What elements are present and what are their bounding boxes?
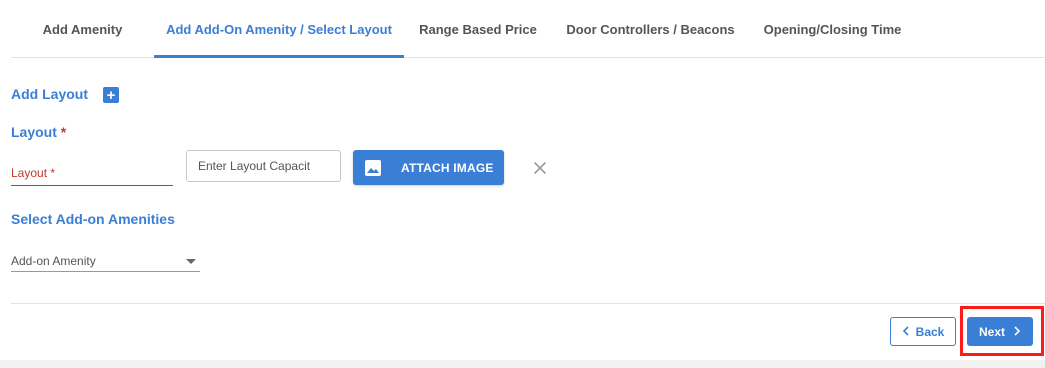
- addon-amenity-label: Add-on Amenity: [11, 254, 96, 268]
- chevron-right-icon: [1013, 325, 1021, 339]
- dropdown-caret-icon: [186, 259, 196, 264]
- add-layout-title: Add Layout: [11, 86, 88, 102]
- tab-door-controllers-beacons[interactable]: Door Controllers / Beacons: [564, 0, 737, 58]
- close-icon[interactable]: [531, 159, 549, 177]
- select-addon-amenities-title: Select Add-on Amenities: [11, 211, 175, 227]
- add-layout-button[interactable]: +: [103, 87, 119, 103]
- image-icon: [353, 150, 393, 185]
- tab-range-based-price[interactable]: Range Based Price: [415, 0, 541, 58]
- layout-capacity-input[interactable]: [186, 150, 341, 182]
- bottom-strip: [0, 360, 1045, 368]
- attach-image-label: ATTACH IMAGE: [401, 160, 494, 175]
- chevron-left-icon: [902, 325, 910, 339]
- tab-add-amenity[interactable]: Add Amenity: [11, 0, 154, 58]
- layout-field[interactable]: Layout *: [11, 158, 173, 186]
- plus-icon: +: [106, 86, 116, 104]
- attach-image-button[interactable]: ATTACH IMAGE: [353, 150, 504, 185]
- tab-bar: Add Amenity Add Add-On Amenity / Select …: [11, 0, 1045, 58]
- layout-section-title: Layout *: [11, 124, 66, 140]
- back-label: Back: [915, 324, 945, 339]
- divider: [11, 303, 1045, 304]
- addon-amenity-select[interactable]: Add-on Amenity: [11, 248, 200, 272]
- tab-opening-closing-time[interactable]: Opening/Closing Time: [761, 0, 904, 58]
- tab-add-addon-amenity-select-layout[interactable]: Add Add-On Amenity / Select Layout: [154, 0, 404, 58]
- back-button[interactable]: Back: [890, 317, 956, 346]
- next-button[interactable]: Next: [967, 317, 1033, 346]
- layout-section-label: Layout: [11, 124, 57, 140]
- layout-field-label: Layout *: [11, 166, 56, 180]
- required-mark: *: [60, 124, 67, 140]
- next-label: Next: [978, 324, 1005, 339]
